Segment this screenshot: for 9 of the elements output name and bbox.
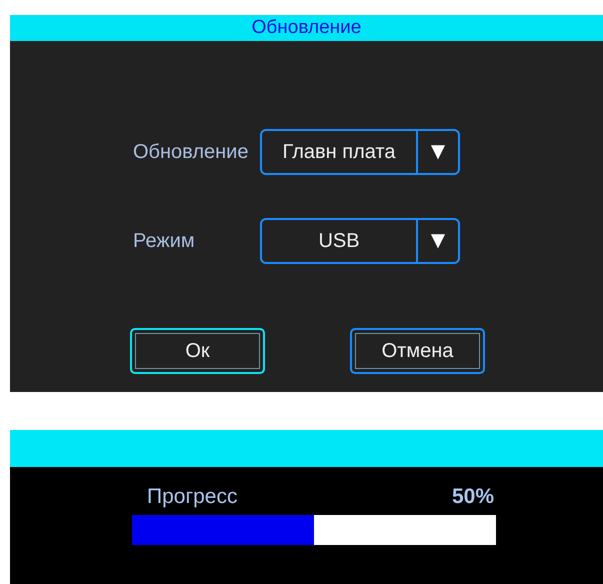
progress-reading: 50% <box>452 485 494 509</box>
dropdown[interactable]: Главн плата ▼ <box>260 129 460 175</box>
dropdown[interactable]: USB ▼ <box>260 218 460 264</box>
field-label: Режим <box>133 230 196 252</box>
dialog-button[interactable]: Отмена <box>350 328 485 374</box>
dialog-title: Обновление <box>10 15 603 41</box>
field-label: Обновление <box>133 140 250 164</box>
dialog-button[interactable]: Ок <box>130 328 265 374</box>
progress-label: Прогресс <box>147 485 238 509</box>
